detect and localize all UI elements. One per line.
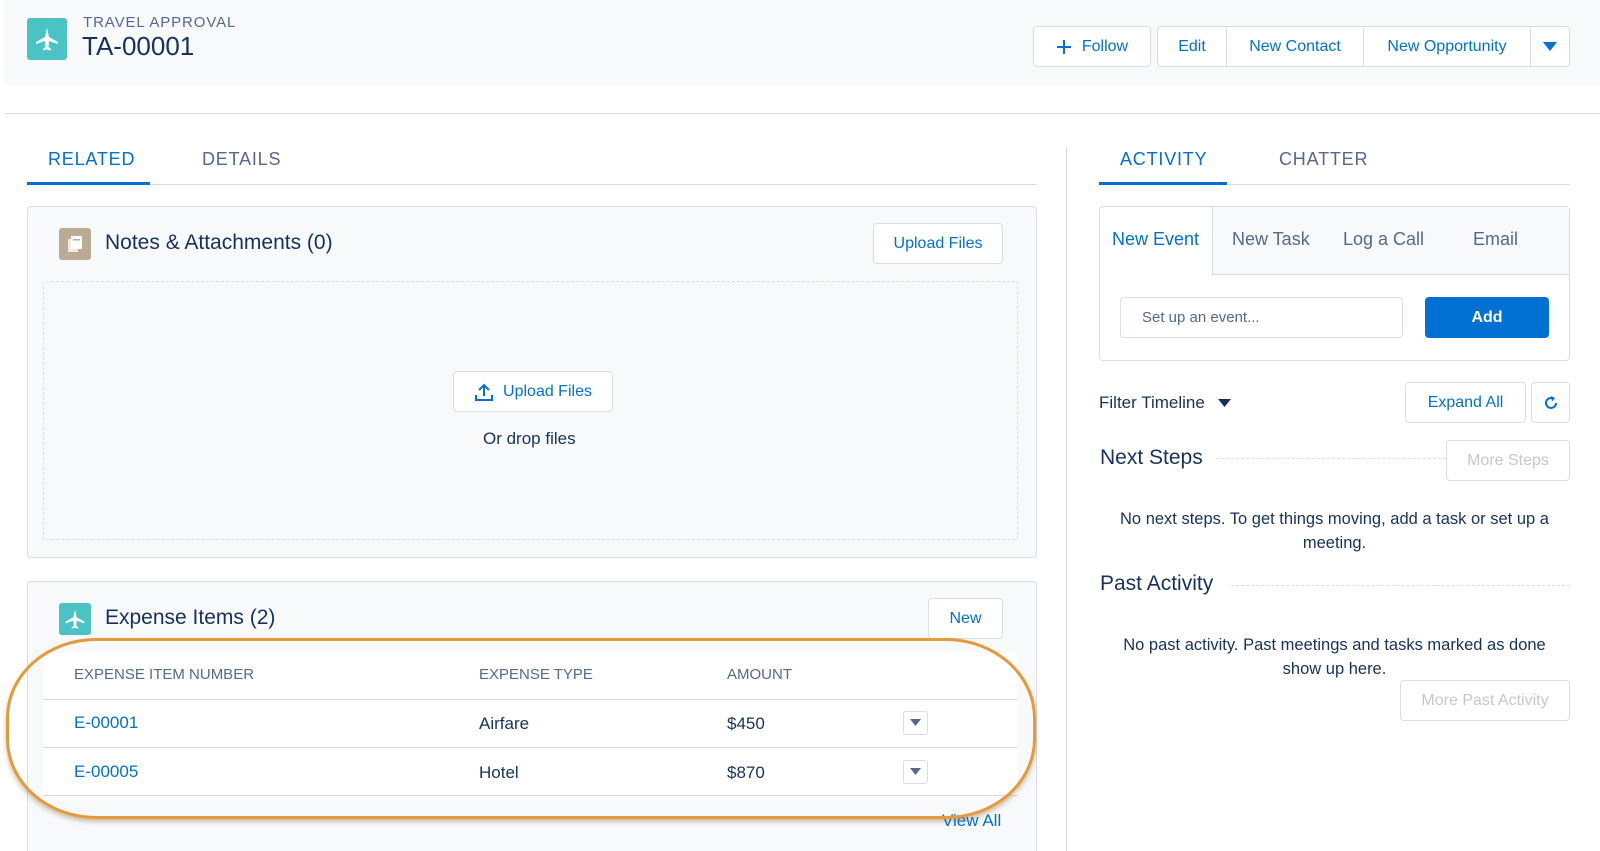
airplane-icon (27, 18, 67, 60)
next-steps-empty-line: meeting. (1302, 534, 1367, 552)
tab-related-indicator (27, 182, 150, 185)
row-divider (43, 795, 1018, 796)
tab-activity[interactable]: ACTIVITY (1120, 149, 1207, 170)
filter-timeline-label: Filter Timeline (1099, 393, 1205, 412)
follow-label: Follow (1081, 37, 1129, 55)
expense-type-cell: Airfare (479, 714, 530, 733)
section-divider (1231, 585, 1570, 586)
expense-card-title: Expense Items (2) (105, 606, 276, 629)
view-all-link[interactable]: View All (942, 811, 1001, 831)
row-actions-button[interactable] (903, 711, 928, 735)
airplane-icon (59, 603, 91, 635)
upload-files-button[interactable]: Upload Files (873, 223, 1003, 264)
past-activity-empty-line: show up here. (1282, 660, 1387, 678)
tab-related[interactable]: RELATED (48, 149, 135, 170)
tab-details[interactable]: DETAILS (202, 149, 281, 170)
amount-cell: $450 (727, 714, 765, 733)
notes-card-title: Notes & Attachments (0) (105, 231, 333, 254)
column-header-type: EXPENSE TYPE (479, 666, 593, 683)
refresh-icon (1544, 395, 1557, 409)
tab-chatter[interactable]: CHATTER (1279, 149, 1368, 170)
add-button[interactable]: Add (1425, 297, 1549, 338)
expand-all-button[interactable]: Expand All (1405, 382, 1526, 423)
row-actions-button[interactable] (903, 760, 928, 784)
new-expense-button[interactable]: New (928, 598, 1003, 639)
row-divider (43, 699, 1018, 700)
new-contact-button[interactable]: New Contact (1226, 26, 1364, 67)
more-past-activity-button[interactable]: More Past Activity (1400, 680, 1570, 721)
event-subject-input[interactable] (1120, 297, 1403, 338)
tab-email[interactable]: Email (1473, 229, 1518, 250)
filter-timeline-button[interactable]: Filter Timeline (1099, 393, 1231, 413)
chevron-down-icon (1217, 399, 1231, 407)
new-opportunity-button[interactable]: New Opportunity (1363, 26, 1531, 67)
past-activity-empty-line: No past activity. Past meetings and task… (1123, 636, 1546, 654)
record-title: TA-00001 (82, 31, 195, 61)
header-divider (4, 113, 1600, 114)
chevron-down-icon (1543, 41, 1557, 51)
expense-item-link[interactable]: E-00001 (74, 713, 138, 733)
chevron-down-icon (910, 719, 921, 726)
tab-log-a-call[interactable]: Log a Call (1343, 229, 1424, 250)
tab-activity-indicator (1099, 182, 1227, 185)
row-divider (43, 747, 1018, 748)
expense-item-link[interactable]: E-00005 (74, 762, 138, 782)
expense-type-cell: Hotel (479, 763, 519, 782)
more-actions-button[interactable] (1530, 26, 1570, 67)
chevron-down-icon (910, 768, 921, 775)
amount-cell: $870 (727, 763, 765, 782)
upload-icon (475, 383, 494, 401)
next-steps-empty-message: No next steps. To get things moving, add… (1099, 507, 1570, 555)
tab-new-event[interactable]: New Event (1112, 229, 1199, 250)
column-header-amount: AMOUNT (727, 666, 792, 683)
column-divider (1066, 146, 1067, 851)
record-type-label: TRAVEL APPROVAL (83, 14, 237, 31)
next-steps-title: Next Steps (1100, 446, 1203, 469)
more-steps-button[interactable]: More Steps (1446, 440, 1570, 481)
notes-icon (59, 228, 91, 260)
plus-icon (1056, 39, 1071, 54)
drop-files-text: Or drop files (483, 429, 576, 448)
dropzone-upload-button[interactable]: Upload Files (453, 371, 613, 412)
follow-button[interactable]: Follow (1033, 26, 1151, 67)
edit-button[interactable]: Edit (1157, 26, 1227, 67)
past-activity-empty-message: No past activity. Past meetings and task… (1099, 633, 1570, 681)
dropzone-upload-label: Upload Files (503, 382, 592, 400)
tabs-divider (27, 184, 1037, 185)
next-steps-empty-line: No next steps. To get things moving, add… (1120, 510, 1549, 528)
past-activity-title: Past Activity (1100, 572, 1214, 595)
section-divider (1216, 458, 1446, 459)
refresh-button[interactable] (1531, 382, 1570, 423)
tab-new-task[interactable]: New Task (1232, 229, 1310, 250)
column-header-number: EXPENSE ITEM NUMBER (74, 666, 255, 683)
